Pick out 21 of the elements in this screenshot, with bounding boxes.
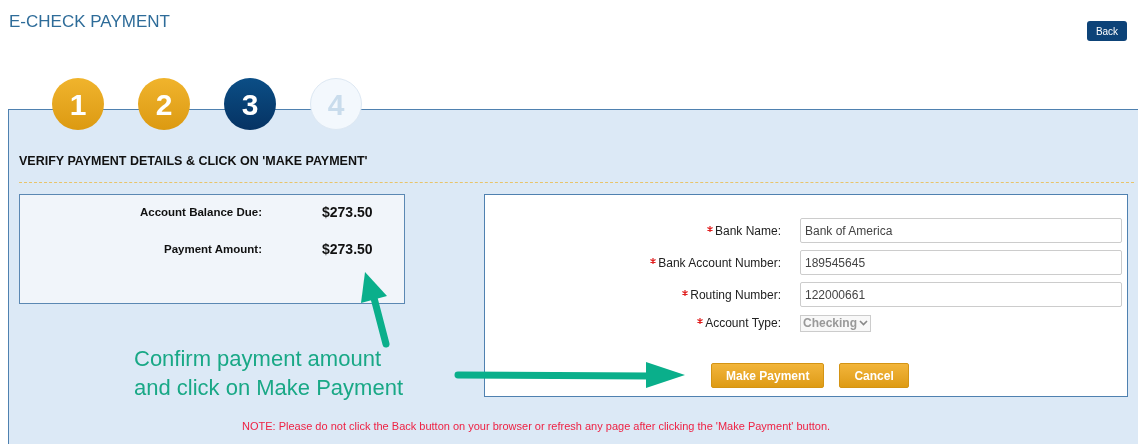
field-label: Bank Name: <box>714 222 781 240</box>
step-indicator: 1 <box>52 78 104 130</box>
field-label: Bank Account Number: <box>658 254 781 272</box>
step-indicator: 2 <box>138 78 190 130</box>
page-title: E-CHECK PAYMENT <box>9 11 170 33</box>
summary-label: Account Balance Due: <box>138 204 262 220</box>
back-button[interactable]: Back <box>1087 21 1127 41</box>
summary-value: $273.50 <box>322 203 373 222</box>
section-heading: VERIFY PAYMENT DETAILS & CLICK ON 'MAKE PAYMENT' <box>19 153 369 170</box>
input-field[interactable]: 122000661 <box>800 282 1122 307</box>
summary-label: Payment Amount: <box>163 241 262 257</box>
callout-text: Confirm payment amount and click on Make Payment <box>134 345 404 402</box>
field-label: Routing Number: <box>690 286 781 304</box>
chevron-down-icon <box>859 320 868 326</box>
summary-value: $273.50 <box>322 240 373 259</box>
step-indicator: 3 <box>224 78 276 130</box>
input-field[interactable]: 189545645 <box>800 250 1122 275</box>
field-label: Account Type: <box>705 315 781 332</box>
right-arrow-icon <box>454 361 686 389</box>
input-field[interactable]: Bank of America <box>800 218 1122 243</box>
warning-note: NOTE: Please do not click the Back button on your browser or refresh any page after clicking the 'Make Payment' button. <box>242 419 832 434</box>
